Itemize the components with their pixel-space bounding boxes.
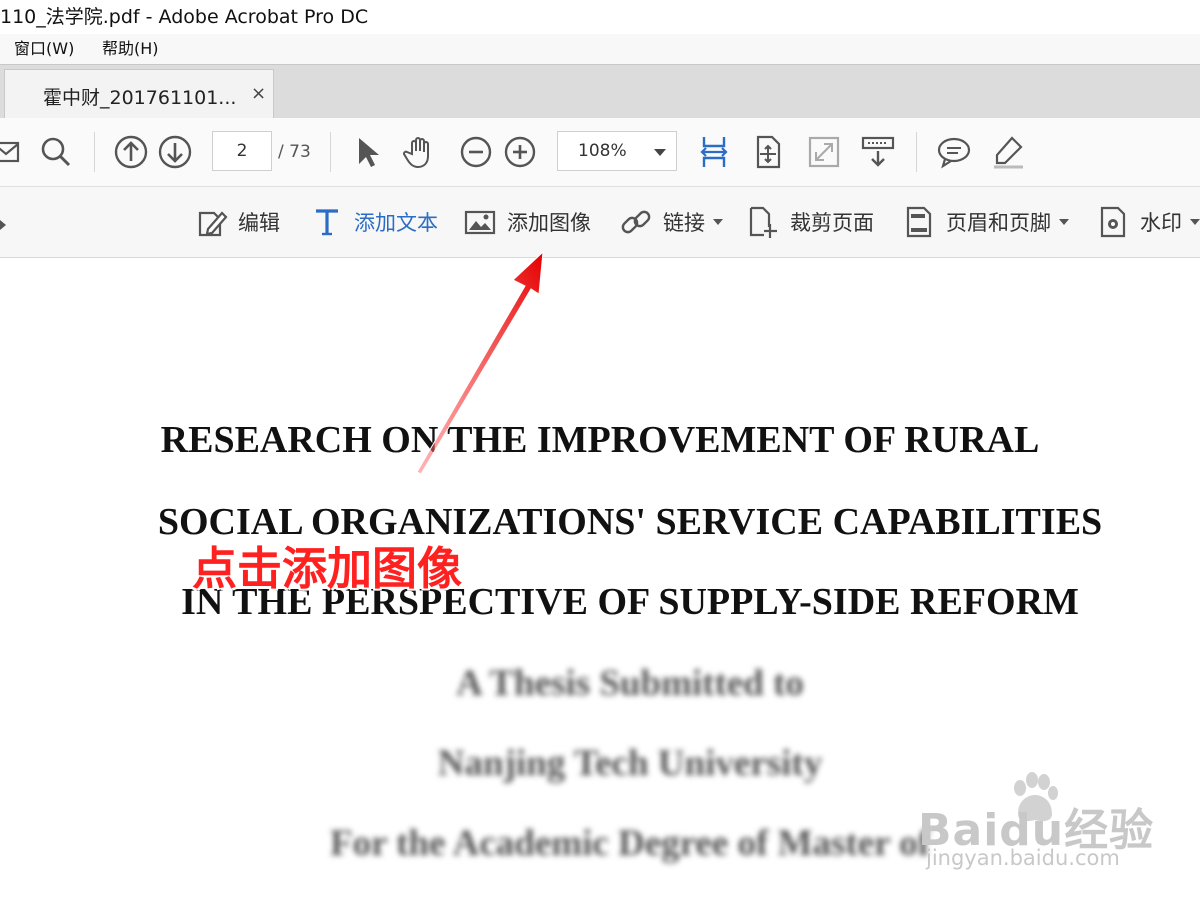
toolbar-divider	[916, 132, 917, 172]
watermark-label: 水印	[1140, 211, 1182, 235]
crop-pages-label: 裁剪页面	[790, 211, 874, 235]
document-tab-label: 霍中财_201761101...	[43, 87, 237, 109]
main-toolbar: 2 / 73 108%	[0, 118, 1200, 187]
watermark-icon	[1100, 206, 1126, 238]
collapse-left-icon[interactable]	[0, 220, 6, 230]
edit-toolbar: 编辑 添加文本 添加图像 链接 裁剪页面 页眉和页脚 水印	[0, 187, 1200, 258]
chevron-down-icon	[1059, 219, 1069, 225]
zoom-out-icon[interactable]	[458, 134, 494, 170]
fit-width-icon[interactable]	[696, 134, 732, 170]
edit-label: 编辑	[238, 211, 280, 235]
add-text-label: 添加文本	[354, 211, 438, 235]
crop-pages-button[interactable]: 裁剪页面	[746, 204, 874, 240]
link-icon	[621, 210, 651, 234]
select-cursor-icon[interactable]	[350, 134, 386, 170]
red-arrow-annotation	[416, 250, 544, 475]
image-icon	[464, 210, 496, 235]
window-title: 110_法学院.pdf - Adobe Acrobat Pro DC	[0, 6, 369, 28]
zoom-select[interactable]: 108%	[557, 131, 677, 171]
text-icon	[316, 209, 338, 236]
document-tab[interactable]: 霍中财_201761101... ×	[4, 69, 274, 119]
edit-button[interactable]: 编辑	[194, 204, 280, 240]
baidu-watermark: Baidu经验 jingyan.baidu.com	[918, 770, 1158, 880]
mail-icon[interactable]	[0, 134, 26, 170]
fit-page-icon[interactable]	[750, 134, 786, 170]
edit-icon	[198, 211, 228, 237]
full-screen-icon[interactable]	[806, 134, 842, 170]
zoom-in-icon[interactable]	[502, 134, 538, 170]
search-icon[interactable]	[38, 134, 74, 170]
title-bar: 110_法学院.pdf - Adobe Acrobat Pro DC	[0, 0, 1200, 34]
chevron-down-icon	[713, 219, 723, 225]
chevron-down-icon	[1190, 219, 1200, 225]
menu-window[interactable]: 窗口(W)	[14, 34, 74, 64]
header-footer-button[interactable]: 页眉和页脚	[902, 204, 1069, 240]
page-total: / 73	[278, 142, 311, 162]
chevron-down-icon	[654, 149, 666, 156]
add-image-button[interactable]: 添加图像	[463, 204, 591, 240]
menu-help[interactable]: 帮助(H)	[102, 34, 159, 64]
next-page-icon[interactable]	[157, 134, 193, 170]
previous-page-icon[interactable]	[113, 134, 149, 170]
tab-bar: 霍中财_201761101... ×	[0, 64, 1200, 119]
tab-close-icon[interactable]: ×	[251, 83, 266, 104]
document-title-line-1: RESEARCH ON THE IMPROVEMENT OF RURAL	[160, 419, 1040, 461]
zoom-value: 108%	[578, 141, 627, 161]
hand-tool-icon[interactable]	[402, 134, 438, 170]
crop-icon	[749, 206, 777, 238]
add-text-button[interactable]: 添加文本	[310, 204, 438, 240]
link-button[interactable]: 链接	[619, 204, 723, 240]
link-label: 链接	[663, 211, 705, 235]
comment-icon[interactable]	[936, 134, 972, 170]
scroll-mode-icon[interactable]	[860, 134, 896, 170]
menu-bar: 窗口(W) 帮助(H)	[0, 34, 1200, 64]
header-footer-label: 页眉和页脚	[946, 211, 1051, 235]
header-footer-icon	[906, 206, 932, 238]
watermark-button[interactable]: 水印	[1096, 204, 1200, 240]
highlight-pen-icon[interactable]	[990, 134, 1026, 170]
add-image-label: 添加图像	[507, 211, 591, 235]
toolbar-divider	[94, 132, 95, 172]
toolbar-divider	[330, 132, 331, 172]
document-subtitle-line-1: A Thesis Submitted to	[456, 663, 804, 704]
watermark-site: jingyan.baidu.com	[926, 846, 1120, 870]
annotation-text: 点击添加图像	[192, 542, 463, 595]
page-number-input[interactable]: 2	[212, 131, 272, 171]
